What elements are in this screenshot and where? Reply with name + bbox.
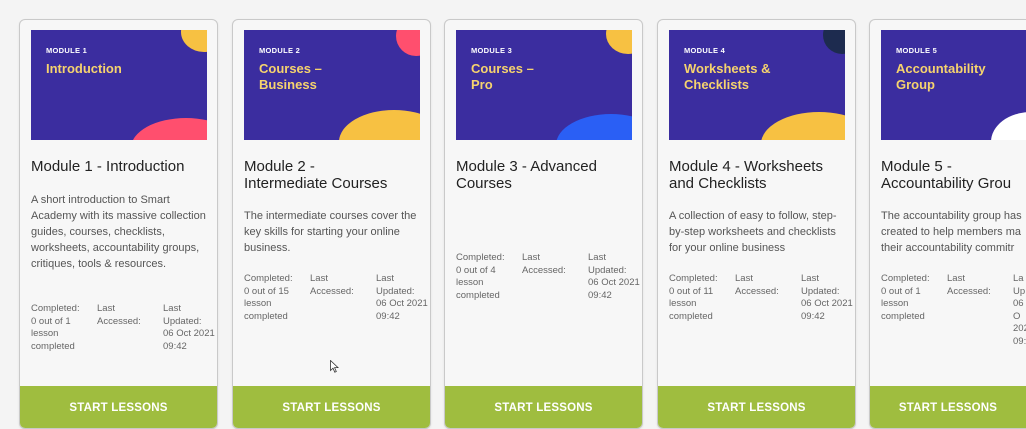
completed-label: Completed: [456,252,505,263]
decor-blob-icon [991,112,1026,140]
module-card-3[interactable]: MODULE 3 Courses – Pro Module 3 - Advanc… [444,19,643,429]
decor-blob-icon [396,30,420,56]
completed-value: 0 out of 11 lesson completed [669,285,714,322]
module-card-4[interactable]: MODULE 4 Worksheets & Checklists Module … [657,19,856,429]
thumbnail-module-label: MODULE 3 [471,46,513,55]
last-updated-value: 06 Oct 2021 09:42 [163,328,215,352]
module-title[interactable]: Module 5 - Accountability Grou [881,158,1026,192]
module-description: The intermediate courses cover the key s… [244,210,417,254]
thumbnail-module-title: Accountability Group [896,61,986,92]
module-title[interactable]: Module 1 - Introduction [31,158,217,175]
completed-label: Completed: [669,273,718,284]
thumbnail-module-label: MODULE 4 [684,46,726,55]
module-card-5[interactable]: MODULE 5 Accountability Group Module 5 -… [869,19,1026,429]
start-lessons-button[interactable]: START LESSONS [445,386,642,428]
decor-blob-icon [606,30,632,54]
last-updated-label: Last Updated: [588,252,627,276]
last-accessed-label: Last Accessed: [522,252,566,276]
thumbnail-module-label: MODULE 2 [259,46,301,55]
completed-value: 0 out of 1 lesson completed [31,315,75,352]
module-title[interactable]: Module 4 - Worksheets and Checklists [669,158,855,192]
last-accessed-label: Last Accessed: [947,273,991,297]
decor-blob-icon [181,30,207,52]
start-lessons-button[interactable]: START LESSONS [20,386,217,428]
module-thumbnail-area[interactable]: MODULE 4 Worksheets & Checklists [658,20,855,150]
decor-blob-icon [131,118,207,140]
module-thumbnail-area[interactable]: MODULE 5 Accountability Group [870,20,1026,150]
last-updated-value: 06 Oct 2021 09:42 [801,298,853,322]
last-accessed-label: Last Accessed: [97,303,141,327]
last-accessed-label: Last Accessed: [735,273,779,297]
thumbnail-module-label: MODULE 1 [46,46,88,55]
thumbnail-module-title: Introduction [46,61,122,76]
module-thumbnail[interactable]: MODULE 3 Courses – Pro [456,30,632,140]
last-updated-label: Last Updated: [376,273,415,297]
module-description: The accountability group has created to … [881,210,1022,254]
last-updated-value: 06 Oct 2021 09:42 [376,298,428,322]
module-thumbnail[interactable]: MODULE 5 Accountability Group [881,30,1026,140]
completed-label: Completed: [31,303,80,314]
last-updated-value: 06 Oct 2021 09:42 [588,277,640,301]
module-card-1[interactable]: MODULE 1 Introduction Module 1 - Introdu… [19,19,218,429]
thumbnail-module-title: Courses – Business [259,61,322,92]
start-lessons-button[interactable]: START LESSONS [233,386,430,428]
module-description: A short introduction to Smart Academy wi… [31,194,206,270]
completed-value: 0 out of 15 lesson completed [244,285,289,322]
thumbnail-module-label: MODULE 5 [896,46,938,55]
start-lessons-button[interactable]: START LESSONS [870,386,1026,428]
module-thumbnail[interactable]: MODULE 4 Worksheets & Checklists [669,30,845,140]
mouse-cursor-icon [330,360,339,373]
module-thumbnail[interactable]: MODULE 2 Courses – Business [244,30,420,140]
last-accessed-label: Last Accessed: [310,273,354,297]
start-lessons-button[interactable]: START LESSONS [658,386,855,428]
module-thumbnail-area[interactable]: MODULE 3 Courses – Pro [445,20,642,150]
module-thumbnail-area[interactable]: MODULE 2 Courses – Business [233,20,430,150]
module-thumbnail[interactable]: MODULE 1 Introduction [31,30,207,140]
last-updated-label: La Up [1013,273,1026,297]
last-updated-value: 06 O 2021 09:4 [1013,298,1026,347]
thumbnail-module-title: Worksheets & Checklists [684,61,771,92]
completed-value: 0 out of 4 lesson completed [456,264,500,301]
completed-value: 0 out of 1 lesson completed [881,285,925,322]
module-title[interactable]: Module 3 - Advanced Courses [456,158,642,192]
decor-blob-icon [556,114,632,140]
last-updated-label: Last Updated: [801,273,840,297]
completed-label: Completed: [881,273,930,284]
completed-label: Completed: [244,273,293,284]
decor-blob-icon [761,112,845,140]
decor-blob-icon [339,110,420,140]
module-description: A collection of easy to follow, step-by-… [669,210,837,254]
thumbnail-module-title: Courses – Pro [471,61,534,92]
module-thumbnail-area[interactable]: MODULE 1 Introduction [20,20,217,150]
last-updated-label: Last Updated: [163,303,202,327]
decor-blob-icon [823,30,845,54]
module-title[interactable]: Module 2 - Intermediate Courses [244,158,430,192]
